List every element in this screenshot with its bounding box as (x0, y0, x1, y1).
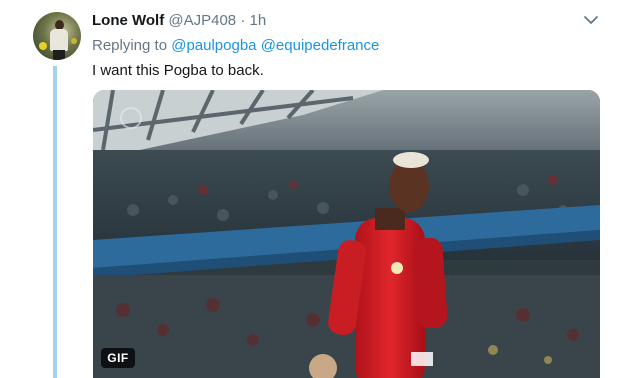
replying-label: Replying to (92, 37, 168, 54)
mention-paulpogba[interactable]: @paulpogba (171, 37, 256, 54)
thread-line (53, 66, 57, 378)
timestamp[interactable]: 1h (250, 12, 267, 29)
replying-to: Replying to @paulpogba @equipedefrance (92, 37, 379, 55)
gif-media[interactable]: GIF (93, 90, 600, 378)
chevron-down-icon[interactable] (583, 14, 599, 26)
avatar[interactable] (33, 12, 81, 60)
tweet-text: I want this Pogba to back. (92, 62, 264, 79)
user-handle[interactable]: @AJP408 (168, 12, 236, 29)
display-name[interactable]: Lone Wolf (92, 12, 164, 29)
gif-frame (93, 90, 600, 378)
tweet-header: Lone Wolf @AJP408 · 1h (92, 12, 266, 32)
tweet-card[interactable]: Lone Wolf @AJP408 · 1h Replying to @paul… (0, 0, 630, 378)
gif-badge: GIF (101, 348, 135, 368)
separator-dot: · (240, 12, 246, 29)
mention-equipedefrance[interactable]: @equipedefrance (261, 37, 380, 54)
